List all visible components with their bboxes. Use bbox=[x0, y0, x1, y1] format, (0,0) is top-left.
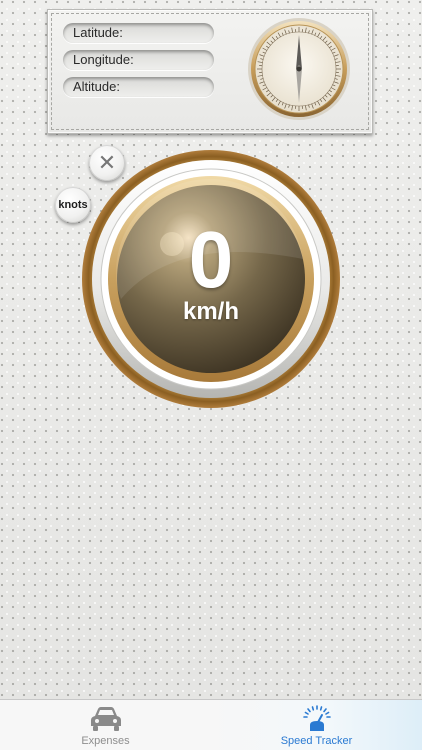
tab-speed-tracker[interactable]: Speed Tracker bbox=[211, 700, 422, 750]
tab-bar: Expenses Speed Tracker bbox=[0, 699, 422, 750]
tab-speed-tracker-label: Speed Tracker bbox=[280, 735, 353, 747]
car-icon bbox=[90, 707, 121, 731]
altitude-field: Altitude: bbox=[63, 77, 214, 97]
speedometer-icon bbox=[302, 705, 331, 731]
tab-expenses-label: Expenses bbox=[81, 735, 130, 747]
tab-expenses[interactable]: Expenses bbox=[0, 700, 211, 750]
latitude-field: Latitude: bbox=[63, 23, 214, 43]
speed-value: 0 bbox=[188, 215, 234, 304]
location-panel: Latitude: Longitude: Altitude: bbox=[47, 9, 373, 134]
speed-unit: km/h bbox=[182, 298, 239, 325]
longitude-field: Longitude: bbox=[63, 50, 214, 70]
longitude-label: Longitude: bbox=[73, 52, 134, 67]
altitude-label: Altitude: bbox=[73, 79, 120, 94]
compass-icon bbox=[248, 18, 350, 120]
latitude-label: Latitude: bbox=[73, 25, 123, 40]
